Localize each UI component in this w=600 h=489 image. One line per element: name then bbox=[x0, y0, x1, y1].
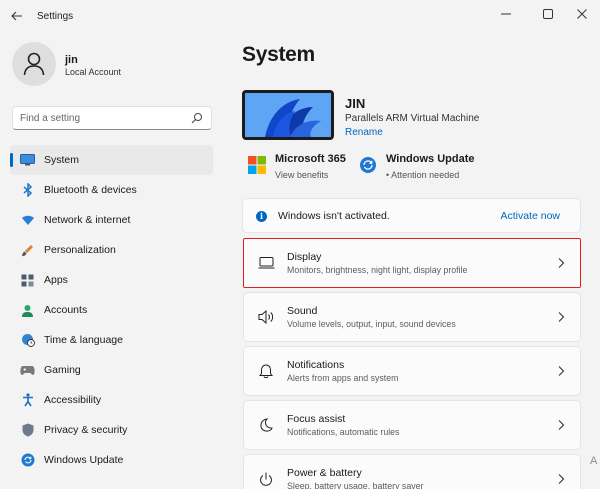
sidebar-item-label: Bluetooth & devices bbox=[44, 184, 137, 196]
quick-link-title: Microsoft 365 bbox=[275, 153, 346, 165]
apps-icon bbox=[20, 273, 35, 287]
microsoft-logo-icon bbox=[248, 156, 266, 174]
active-indicator bbox=[10, 153, 13, 167]
sidebar-item-network[interactable]: Network & internet bbox=[10, 205, 213, 235]
minimize-button[interactable] bbox=[488, 0, 524, 28]
close-icon bbox=[577, 9, 587, 19]
chevron-right-icon bbox=[558, 366, 565, 376]
shield-icon bbox=[20, 423, 35, 437]
device-wallpaper-thumbnail bbox=[242, 90, 334, 140]
settings-window: Settings jin Local Account Find a settin… bbox=[0, 0, 600, 489]
sidebar-item-privacy-security[interactable]: Privacy & security bbox=[10, 415, 213, 445]
search-input[interactable] bbox=[20, 111, 190, 126]
accessibility-icon bbox=[20, 393, 35, 407]
activation-banner: i Windows isn't activated. Activate now bbox=[242, 198, 581, 233]
card-title: Notifications bbox=[287, 359, 345, 371]
quick-link-subtitle: • Attention needed bbox=[386, 170, 460, 180]
chevron-right-icon bbox=[558, 420, 565, 430]
windows-bloom-wallpaper-icon bbox=[245, 93, 331, 137]
settings-card-focus-assist[interactable]: Focus assist Notifications, automatic ru… bbox=[243, 400, 581, 450]
sidebar-item-label: System bbox=[44, 154, 80, 166]
person-icon bbox=[20, 303, 35, 317]
device-model: Parallels ARM Virtual Machine bbox=[345, 113, 480, 124]
search-icon[interactable] bbox=[191, 112, 203, 124]
monitor-icon bbox=[20, 153, 35, 167]
window-title: Settings bbox=[37, 11, 74, 22]
sidebar-item-label: Windows Update bbox=[44, 454, 124, 466]
sidebar-item-apps[interactable]: Apps bbox=[10, 265, 213, 295]
page-title: System bbox=[242, 43, 315, 66]
close-button[interactable] bbox=[564, 0, 600, 28]
display-icon bbox=[257, 255, 275, 271]
card-title: Focus assist bbox=[287, 413, 346, 425]
moon-icon bbox=[257, 417, 275, 433]
chevron-right-icon bbox=[558, 258, 565, 268]
profile-account-type: Local Account bbox=[65, 67, 122, 77]
settings-card-power-battery[interactable]: Power & battery Sleep, battery usage, ba… bbox=[243, 454, 581, 489]
sidebar-item-time-language[interactable]: Time & language bbox=[10, 325, 213, 355]
title-bar: Settings bbox=[0, 0, 600, 32]
settings-card-display[interactable]: Display Monitors, brightness, night ligh… bbox=[243, 238, 581, 288]
settings-card-notifications[interactable]: Notifications Alerts from apps and syste… bbox=[243, 346, 581, 396]
gamepad-icon bbox=[20, 363, 35, 377]
power-icon bbox=[257, 471, 275, 487]
quick-link-subtitle: View benefits bbox=[275, 170, 329, 180]
sidebar-item-label: Accessibility bbox=[44, 394, 102, 406]
card-title: Sound bbox=[287, 305, 318, 317]
wifi-icon bbox=[20, 213, 35, 227]
rename-link[interactable]: Rename bbox=[345, 127, 383, 138]
sidebar-item-accessibility[interactable]: Accessibility bbox=[10, 385, 213, 415]
activate-now-link[interactable]: Activate now bbox=[500, 210, 560, 222]
card-title: Power & battery bbox=[287, 467, 362, 479]
sidebar-item-label: Accounts bbox=[44, 304, 88, 316]
card-subtitle: Alerts from apps and system bbox=[287, 373, 399, 383]
sidebar-item-label: Gaming bbox=[44, 364, 81, 376]
sidebar-item-windows-update[interactable]: Windows Update bbox=[10, 445, 213, 475]
chevron-right-icon bbox=[558, 312, 565, 322]
bell-icon bbox=[257, 363, 275, 379]
bluetooth-icon bbox=[20, 183, 35, 197]
back-arrow-icon bbox=[11, 11, 22, 21]
sidebar-item-label: Network & internet bbox=[44, 214, 131, 226]
card-subtitle: Notifications, automatic rules bbox=[287, 427, 400, 437]
activation-watermark-fragment: A bbox=[590, 455, 598, 467]
sidebar-item-label: Personalization bbox=[44, 244, 116, 256]
activation-message: Windows isn't activated. bbox=[278, 210, 390, 222]
sidebar-item-personalization[interactable]: Personalization bbox=[10, 235, 213, 265]
speaker-icon bbox=[257, 309, 275, 325]
back-button[interactable] bbox=[8, 7, 26, 25]
person-avatar-icon bbox=[23, 52, 45, 76]
card-title: Display bbox=[287, 251, 322, 263]
settings-card-sound[interactable]: Sound Volume levels, output, input, soun… bbox=[243, 292, 581, 342]
avatar bbox=[12, 42, 56, 86]
maximize-icon bbox=[543, 9, 553, 19]
sidebar-item-accounts[interactable]: Accounts bbox=[10, 295, 213, 325]
minimize-icon bbox=[501, 13, 511, 15]
search-box[interactable] bbox=[12, 106, 212, 130]
sidebar-item-gaming[interactable]: Gaming bbox=[10, 355, 213, 385]
brush-icon bbox=[20, 243, 35, 257]
card-subtitle: Monitors, brightness, night light, displ… bbox=[287, 265, 468, 275]
sidebar-item-bluetooth[interactable]: Bluetooth & devices bbox=[10, 175, 213, 205]
sidebar-item-label: Apps bbox=[44, 274, 68, 286]
profile-name: jin bbox=[65, 54, 78, 66]
chevron-right-icon bbox=[558, 474, 565, 484]
sidebar-item-label: Privacy & security bbox=[44, 424, 128, 436]
update-icon bbox=[20, 453, 35, 467]
info-icon: i bbox=[256, 211, 267, 222]
sidebar-item-system[interactable]: System bbox=[10, 145, 213, 175]
sidebar-item-label: Time & language bbox=[44, 334, 123, 346]
maximize-button[interactable] bbox=[530, 0, 566, 28]
sidebar-nav: System Bluetooth & devices Network & int… bbox=[10, 145, 213, 475]
update-icon bbox=[360, 157, 376, 173]
device-name: JIN bbox=[345, 96, 366, 111]
card-subtitle: Volume levels, output, input, sound devi… bbox=[287, 319, 456, 329]
globe-clock-icon bbox=[20, 333, 35, 347]
quick-link-title: Windows Update bbox=[386, 153, 475, 165]
card-subtitle: Sleep, battery usage, battery saver bbox=[287, 481, 424, 489]
